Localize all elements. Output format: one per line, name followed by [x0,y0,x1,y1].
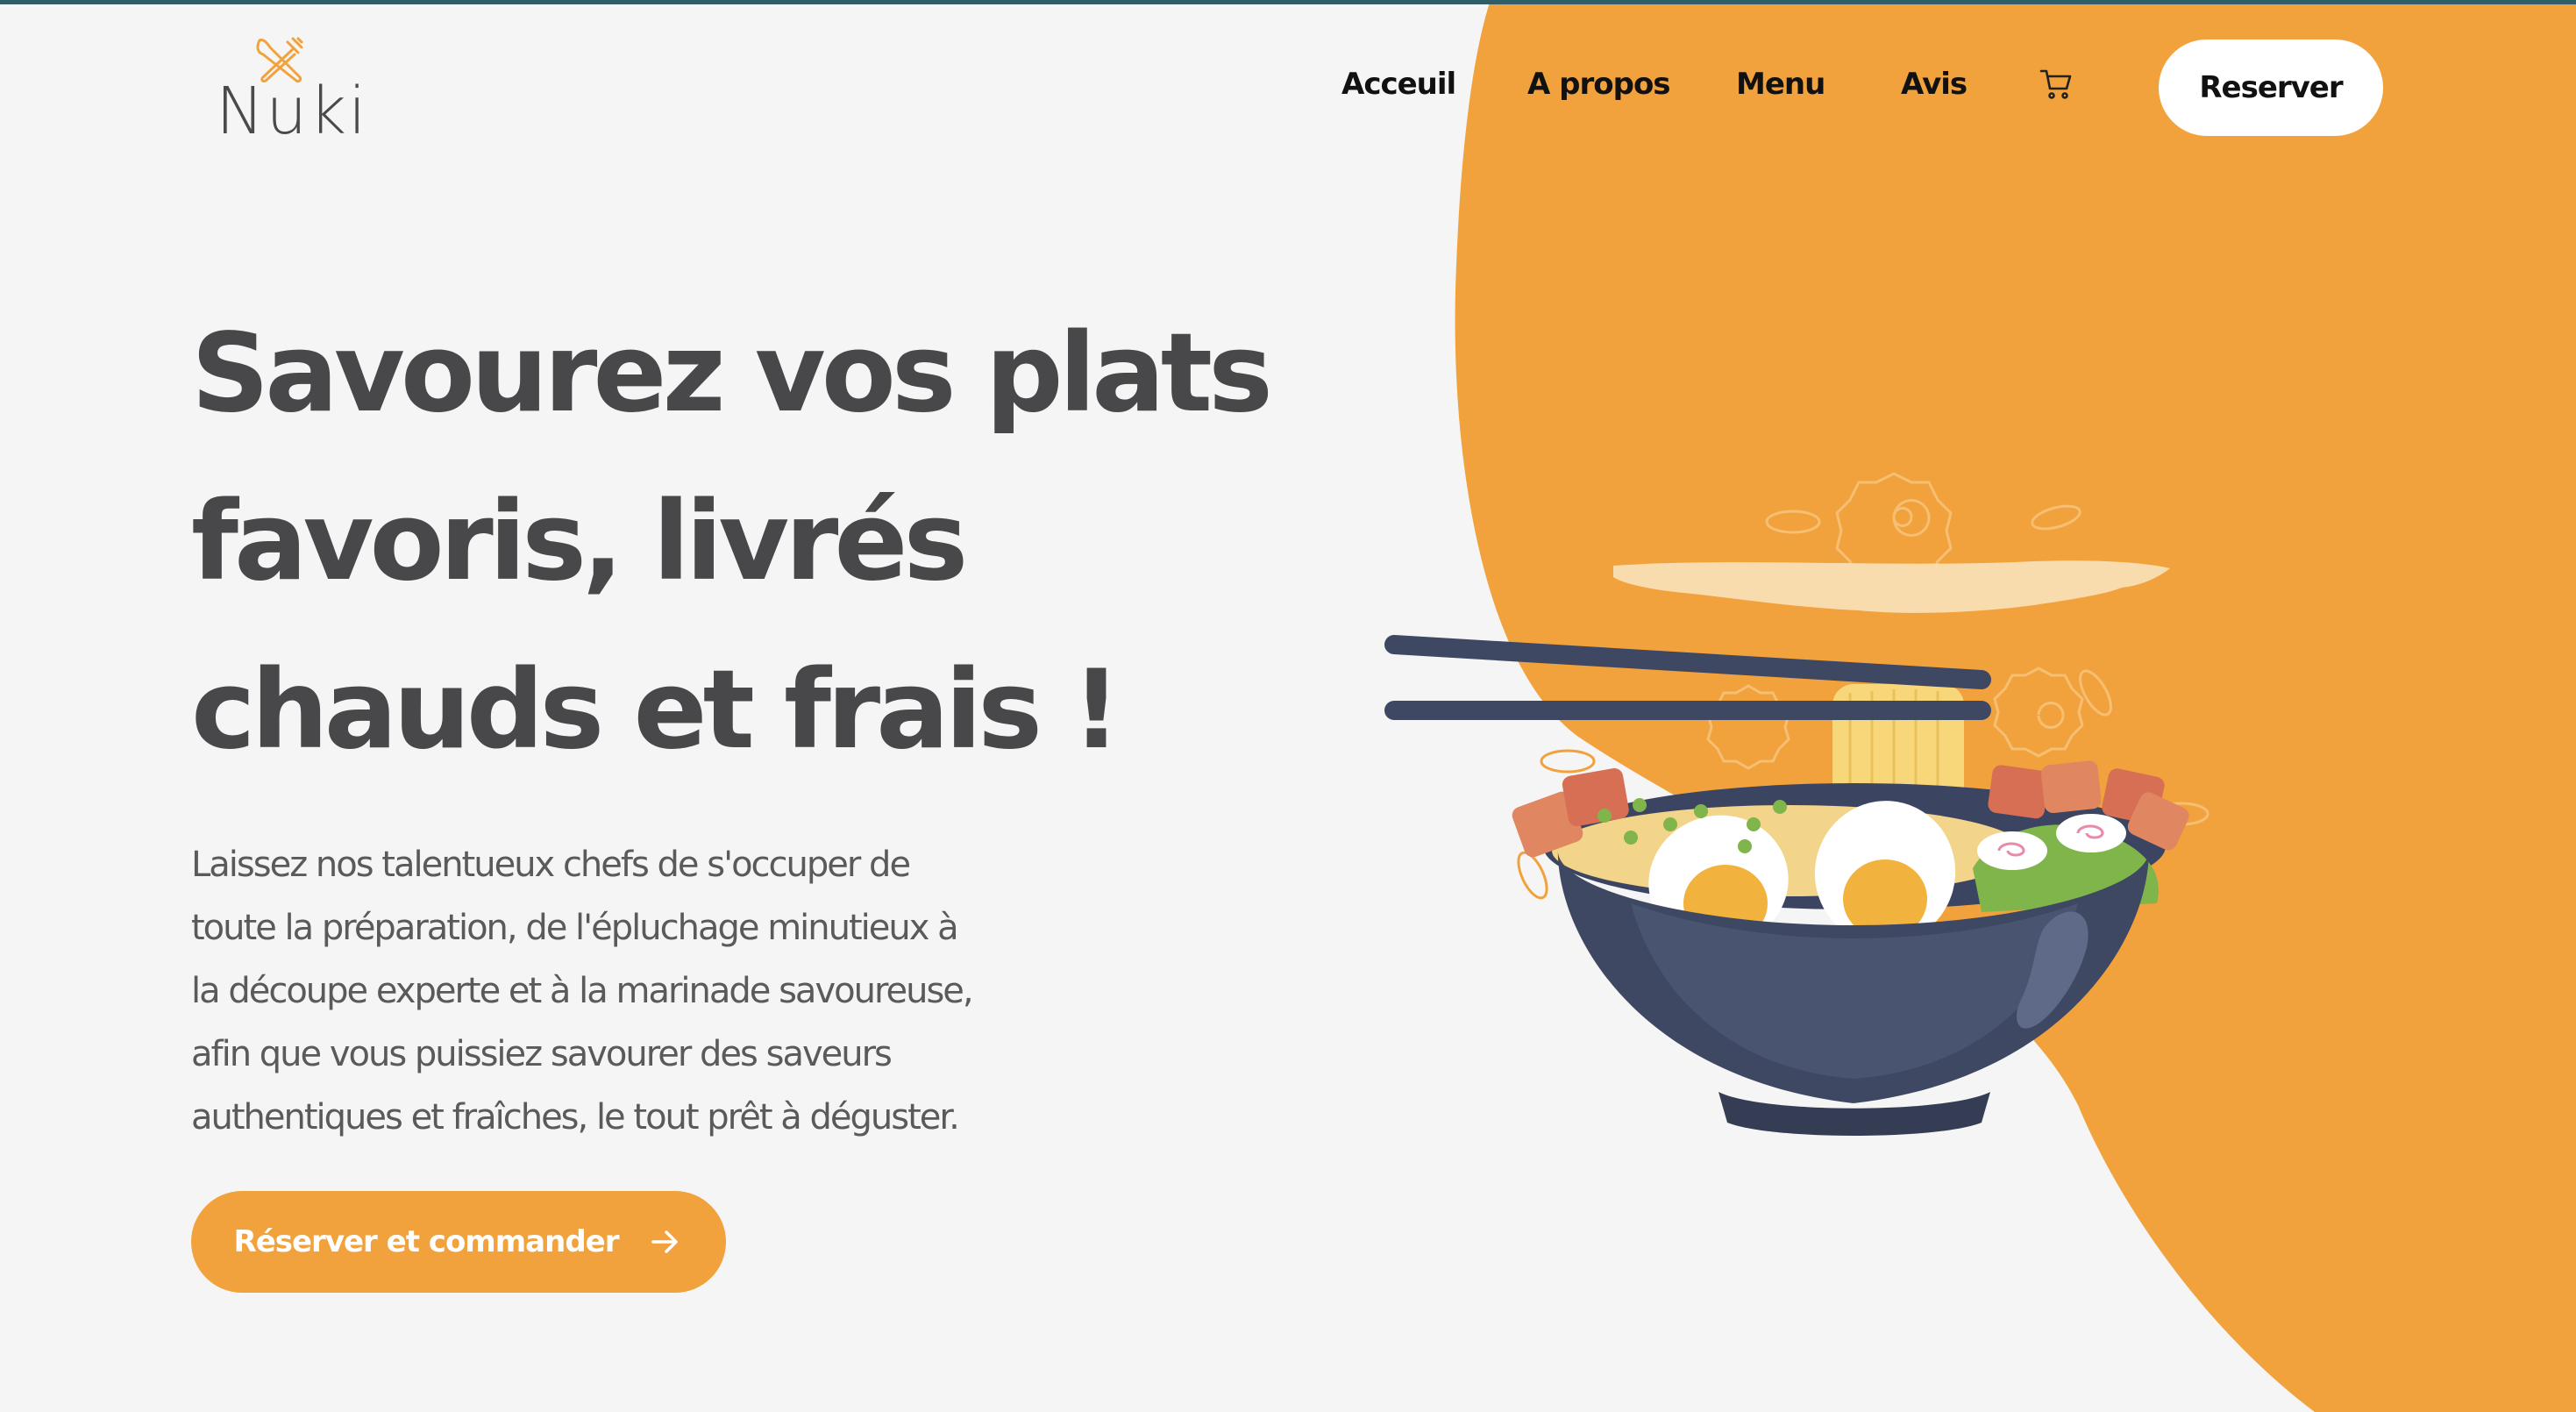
arrow-right-icon [651,1230,679,1253]
cta-label: Réserver et commander [233,1224,620,1259]
hero-description-line: afin que vous puissiez savourer des save… [191,1034,893,1074]
brand-logo[interactable]: Nuki [210,33,366,147]
landing-page: Nuki Acceuil A propos Menu Avis Reserver… [0,0,2576,1412]
nav-item-acceuil[interactable]: Acceuil [1341,67,1456,102]
hero-title-line: Savourez vos plats [191,310,1273,437]
hero-title-line: chauds et frais ! [191,647,1121,774]
reserve-and-order-button[interactable]: Réserver et commander [191,1191,726,1293]
hero-title: Savourez vos plats favoris, livrés chaud… [191,289,1287,795]
hero-description: Laissez nos talentueux chefs de s'occupe… [191,833,1112,1149]
brand-name: Nuki [216,74,368,149]
ramen-bowl-illustration [1384,472,2210,1136]
hero-description-line: la découpe experte et à la marinade savo… [191,971,974,1011]
nav-item-avis[interactable]: Avis [1901,67,1968,102]
hero-description-line: Laissez nos talentueux chefs de s'occupe… [191,845,911,885]
nav-item-a-propos[interactable]: A propos [1527,67,1671,102]
shopping-cart-icon[interactable] [2039,67,2074,102]
hero-description-line: authentiques et fraîches, le tout prêt à… [191,1097,960,1137]
top-accent-strip [0,0,2576,4]
hero-description-line: toute la préparation, de l'épluchage min… [191,908,959,948]
nav-item-menu[interactable]: Menu [1736,67,1825,102]
hero-title-line: favoris, livrés [191,479,968,605]
reserve-button[interactable]: Reserver [2159,39,2383,136]
